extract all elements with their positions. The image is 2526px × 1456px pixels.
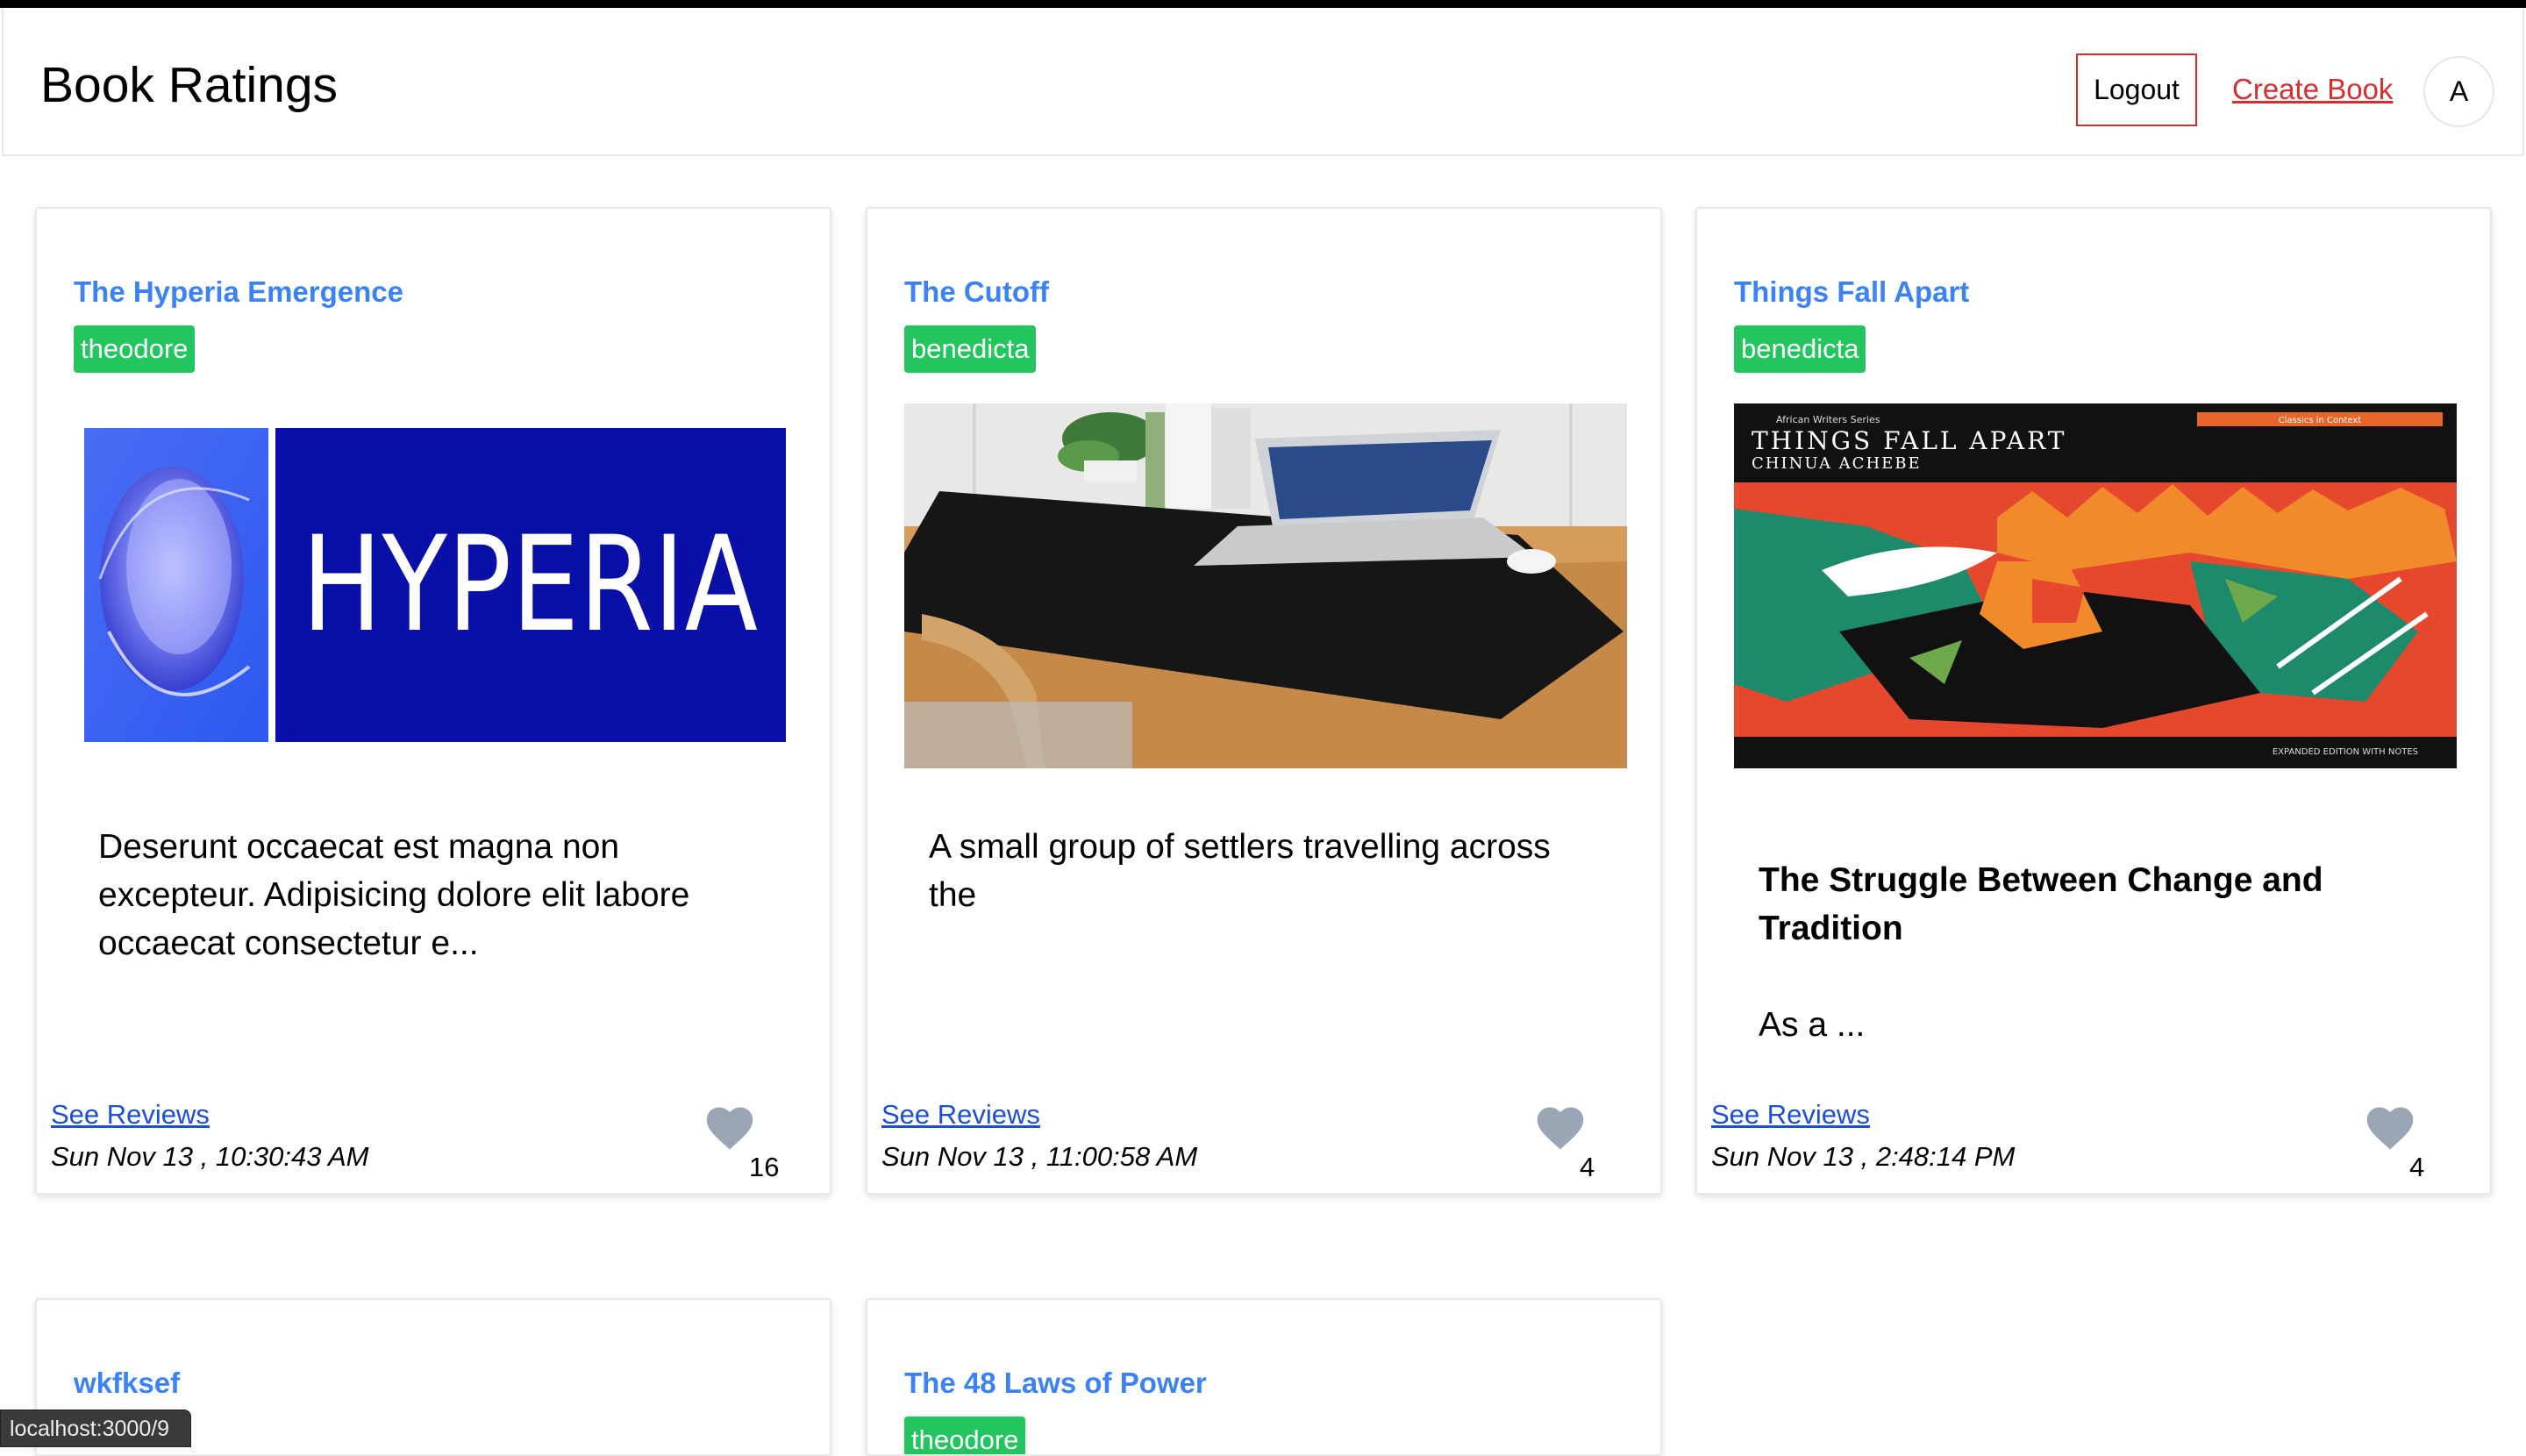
created-date: Sun Nov 13 , 10:30:43 AM (51, 1141, 369, 1172)
book-cover-image: African Writers Series Classics in Conte… (1734, 403, 2457, 768)
cover-series-text: African Writers Series (1776, 414, 1880, 425)
heart-icon[interactable] (2364, 1103, 2416, 1152)
author-badge: benedicta (904, 325, 1037, 373)
created-date: Sun Nov 13 , 11:00:58 AM (881, 1141, 1198, 1172)
like-count: 4 (2409, 1152, 2425, 1182)
heart-icon[interactable] (1534, 1103, 1587, 1152)
user-avatar[interactable]: A (2423, 56, 2494, 127)
app-title: Book Ratings (40, 57, 339, 113)
see-reviews-link[interactable]: See Reviews (881, 1099, 1040, 1131)
window-top-border (0, 0, 2526, 8)
see-reviews-link[interactable]: See Reviews (1711, 1099, 1870, 1131)
like-count: 16 (749, 1152, 780, 1182)
book-cover-image: HYPERIA (74, 403, 796, 768)
author-badge: theodore (904, 1417, 1026, 1454)
cover-author-text: CHINUA ACHEBE (1752, 454, 1922, 473)
cover-edition-text: EXPANDED EDITION WITH NOTES (2273, 747, 2418, 757)
book-excerpt: As a ... (1759, 1006, 1866, 1044)
cover-title-text: THINGS FALL APART (1752, 426, 2066, 455)
heart-icon[interactable] (703, 1103, 756, 1152)
book-excerpt-heading: The Struggle Between Change and Traditio… (1759, 861, 2323, 947)
app-header: Book Ratings Logout Create Book A (2, 8, 2524, 156)
book-excerpt: Deserunt occaecat est magna non excepteu… (98, 828, 690, 962)
book-card[interactable]: The 48 Laws of Power theodore (866, 1298, 1662, 1456)
author-badge: theodore (74, 325, 196, 373)
like-count: 4 (1580, 1152, 1595, 1182)
book-title-link[interactable]: wkfksef (74, 1367, 180, 1400)
logout-button[interactable]: Logout (2076, 54, 2197, 126)
book-card[interactable]: The Cutoff benedicta A small group of se… (866, 207, 1662, 1195)
book-cover-image (904, 403, 1627, 768)
link-status-tooltip: localhost:3000/9 (0, 1410, 191, 1447)
book-title-link[interactable]: The Cutoff (904, 275, 1049, 309)
book-title-link[interactable]: The 48 Laws of Power (904, 1367, 1207, 1400)
created-date: Sun Nov 13 , 2:48:14 PM (1711, 1141, 2016, 1172)
book-title-link[interactable]: Things Fall Apart (1734, 275, 1969, 309)
book-excerpt: A small group of settlers travelling acr… (929, 828, 1551, 914)
book-title-link[interactable]: The Hyperia Emergence (74, 275, 403, 309)
book-card[interactable]: Things Fall Apart benedicta African Writ… (1695, 207, 2492, 1195)
see-reviews-link[interactable]: See Reviews (51, 1099, 210, 1131)
create-book-link[interactable]: Create Book (2232, 73, 2393, 106)
author-badge: benedicta (1734, 325, 1866, 373)
book-card[interactable]: The Hyperia Emergence theodore HYPERIA D… (35, 207, 831, 1195)
cover-classics-text: Classics in Context (2279, 416, 2362, 425)
hyperia-logo-text: HYPERIA (302, 509, 758, 661)
